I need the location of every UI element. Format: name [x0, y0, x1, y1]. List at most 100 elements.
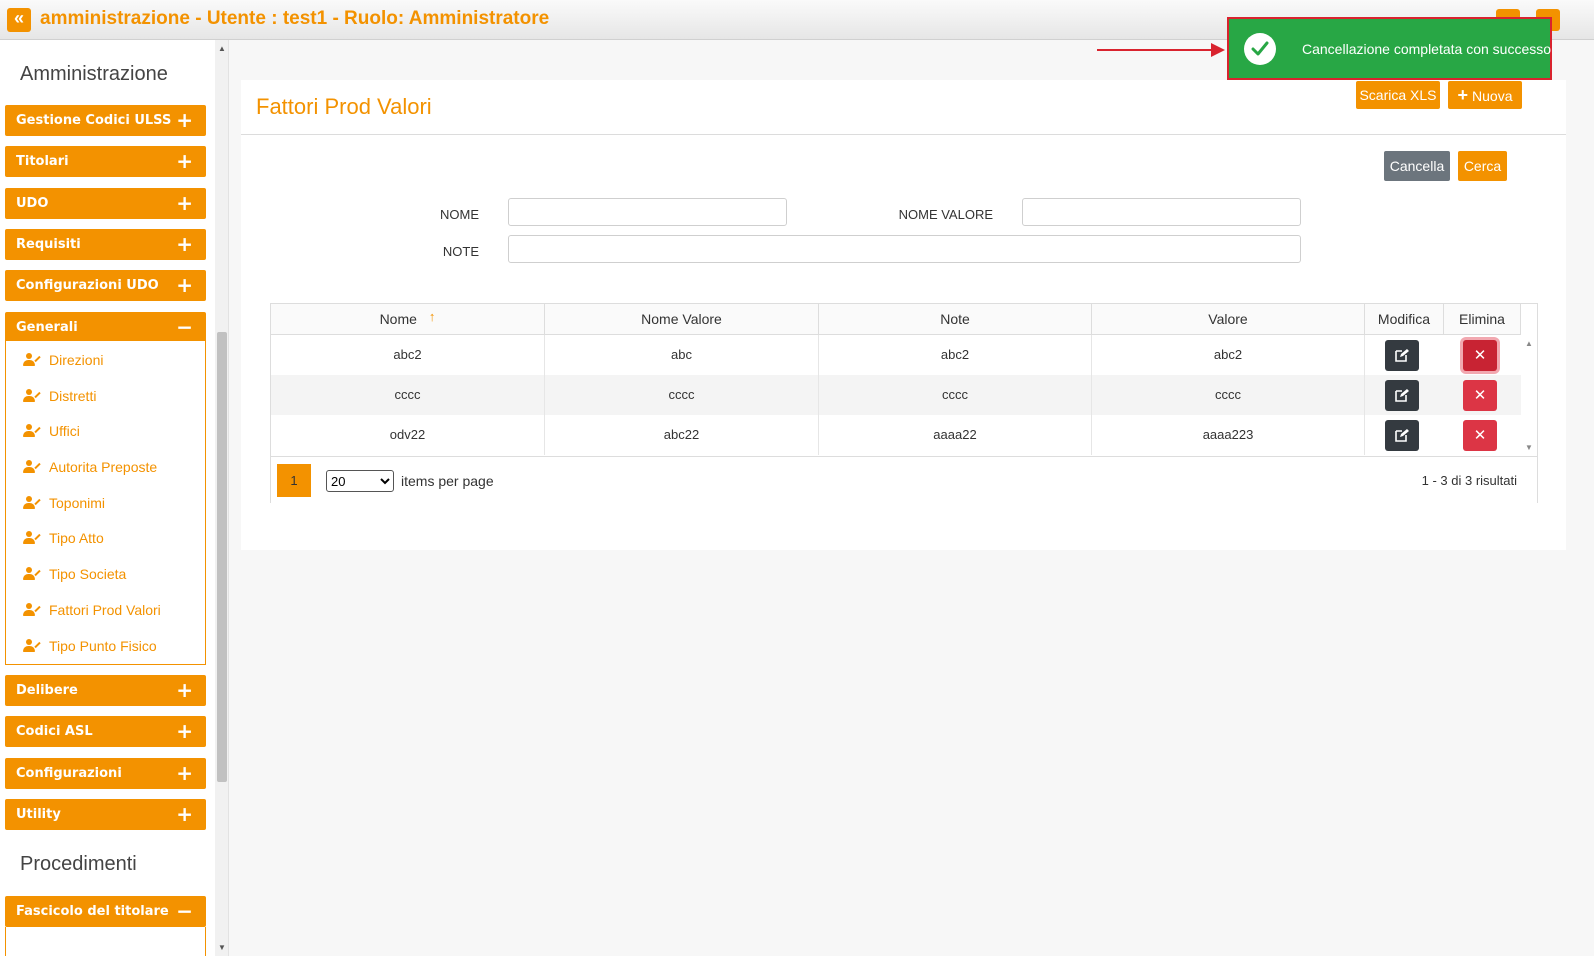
edit-button[interactable] — [1385, 340, 1419, 371]
header-divider — [241, 134, 1566, 135]
expand-icon: + — [176, 678, 193, 702]
table-row[interactable]: abc2 abc abc2 abc2 ✕ — [271, 335, 1521, 375]
expand-icon: + — [176, 149, 193, 173]
menu-configurazioni-udo[interactable]: Configurazioni UDO + — [5, 270, 206, 301]
column-header-modifica: Modifica — [1365, 304, 1444, 335]
clear-button[interactable]: Cancella — [1384, 151, 1450, 181]
menu-gestione-codici-ulss[interactable]: Gestione Codici ULSS + — [5, 105, 206, 136]
sidebar: Amministrazione Gestione Codici ULSS + Ti… — [0, 40, 215, 956]
nome-valore-input[interactable] — [1022, 198, 1301, 226]
column-header-elimina: Elimina — [1444, 304, 1521, 335]
scroll-up-icon[interactable]: ▲ — [218, 44, 226, 53]
column-header-nome[interactable]: Nome ↑ — [271, 304, 545, 335]
sidebar-item-uffici[interactable]: Uffici — [23, 421, 80, 441]
edit-icon — [1395, 429, 1409, 442]
edit-button[interactable] — [1385, 380, 1419, 411]
sidebar-item-direzioni[interactable]: Direzioni — [23, 350, 103, 370]
scroll-up-icon[interactable]: ▲ — [1525, 339, 1533, 348]
sidebar-item-label: Uffici — [49, 423, 80, 439]
grid-header: Nome ↑ Nome Valore Note Valore Modifica E… — [271, 304, 1521, 335]
success-toast[interactable]: Cancellazione completata con successo — [1227, 17, 1552, 80]
sidebar-item-distretti[interactable]: Distretti — [23, 386, 96, 406]
search-button[interactable]: Cerca — [1458, 151, 1507, 181]
cell-nome-valore: abc — [545, 335, 819, 375]
menu-titolari[interactable]: Titolari + — [5, 146, 206, 177]
grid-pager: 1 20 items per page 1 - 3 di 3 risultati — [271, 456, 1537, 503]
column-label: Nome — [379, 311, 417, 327]
cell-nome: cccc — [271, 375, 545, 415]
menu-delibere[interactable]: Delibere + — [5, 675, 206, 706]
sidebar-item-tipo-punto-fisico[interactable]: Tipo Punto Fisico — [23, 636, 157, 656]
menu-label: Gestione Codici ULSS — [16, 113, 172, 128]
scroll-down-icon[interactable]: ▼ — [218, 943, 226, 952]
user-edit-icon — [23, 603, 41, 617]
app-title: amministrazione - Utente : test1 - Ruolo… — [40, 8, 550, 29]
nome-label: NOME — [440, 207, 479, 222]
menu-configurazioni[interactable]: Configurazioni + — [5, 758, 206, 789]
items-per-page-label: items per page — [401, 473, 494, 489]
column-header-nome-valore[interactable]: Nome Valore — [545, 304, 819, 335]
page-title: Fattori Prod Valori — [256, 94, 432, 119]
column-header-note[interactable]: Note — [819, 304, 1092, 335]
user-edit-icon — [23, 353, 41, 367]
sidebar-item-autorita-preposte[interactable]: Autorita Preposte — [23, 457, 157, 477]
menu-codici-asl[interactable]: Codici ASL + — [5, 716, 206, 747]
nome-valore-label: NOME VALORE — [898, 207, 993, 222]
menu-udo[interactable]: UDO + — [5, 188, 206, 219]
cell-nome-valore: cccc — [545, 375, 819, 415]
user-edit-icon — [23, 389, 41, 403]
check-circle-icon — [1244, 33, 1276, 65]
menu-utility[interactable]: Utility + — [5, 799, 206, 830]
menu-requisiti[interactable]: Requisiti + — [5, 229, 206, 260]
menu-label: Delibere — [16, 683, 78, 698]
menu-label: Titolari — [16, 154, 69, 169]
user-edit-icon — [23, 424, 41, 438]
expand-icon: + — [176, 108, 193, 132]
cell-note: cccc — [819, 375, 1092, 415]
page-number-button[interactable]: 1 — [277, 464, 311, 497]
grid-scrollbar[interactable]: ▲ ▼ — [1521, 335, 1537, 456]
cell-valore: aaaa223 — [1092, 415, 1365, 455]
cell-nome-valore: abc22 — [545, 415, 819, 455]
sidebar-item-label: Tipo Societa — [49, 566, 127, 582]
edit-button[interactable] — [1385, 420, 1419, 451]
expand-icon: + — [176, 802, 193, 826]
toast-message: Cancellazione completata con successo — [1302, 41, 1552, 57]
menu-label: Fascicolo del titolare — [16, 904, 169, 919]
table-row[interactable]: cccc cccc cccc cccc ✕ — [271, 375, 1521, 415]
menu-fascicolo-del-titolare[interactable]: Fascicolo del titolare − — [5, 896, 206, 927]
generali-submenu: Direzioni Distretti Uffici Autorita Prep… — [5, 341, 206, 665]
sidebar-scroll-thumb[interactable] — [217, 332, 227, 782]
results-count: 1 - 3 di 3 risultati — [1421, 473, 1517, 488]
delete-button[interactable]: ✕ — [1463, 380, 1497, 411]
sidebar-item-tipo-atto[interactable]: Tipo Atto — [23, 528, 104, 548]
page-size-select[interactable]: 20 — [326, 470, 394, 492]
expand-icon: + — [176, 761, 193, 785]
menu-label: Requisiti — [16, 237, 81, 252]
expand-icon: + — [176, 273, 193, 297]
download-xls-button[interactable]: Scarica XLS — [1356, 81, 1440, 109]
scroll-down-icon[interactable]: ▼ — [1525, 443, 1533, 452]
sidebar-item-tipo-societa[interactable]: Tipo Societa — [23, 564, 126, 584]
sidebar-scrollbar[interactable]: ▲ ▼ — [215, 40, 229, 956]
table-row[interactable]: odv22 abc22 aaaa22 aaaa223 ✕ — [271, 415, 1521, 455]
sidebar-item-label: Distretti — [49, 388, 97, 404]
edit-icon — [1395, 389, 1409, 402]
nome-input[interactable] — [508, 198, 787, 226]
note-input[interactable] — [508, 235, 1301, 263]
sidebar-item-toponimi[interactable]: Toponimi — [23, 493, 105, 513]
menu-label: Utility — [16, 807, 61, 822]
edit-icon — [1395, 349, 1409, 362]
user-edit-icon — [23, 639, 41, 653]
new-button[interactable]: + Nuova — [1448, 81, 1522, 109]
column-header-valore[interactable]: Valore — [1092, 304, 1365, 335]
collapse-sidebar-button[interactable]: « — [7, 8, 31, 32]
new-button-label: Nuova — [1472, 88, 1513, 104]
sidebar-item-label: Fattori Prod Valori — [49, 602, 161, 618]
sidebar-item-fattori-prod-valori[interactable]: Fattori Prod Valori — [23, 600, 161, 620]
delete-button[interactable]: ✕ — [1463, 340, 1497, 371]
sidebar-item-label: Autorita Preposte — [49, 459, 158, 475]
cell-note: aaaa22 — [819, 415, 1092, 455]
delete-button[interactable]: ✕ — [1463, 420, 1497, 451]
menu-generali[interactable]: Generali − — [5, 312, 206, 343]
